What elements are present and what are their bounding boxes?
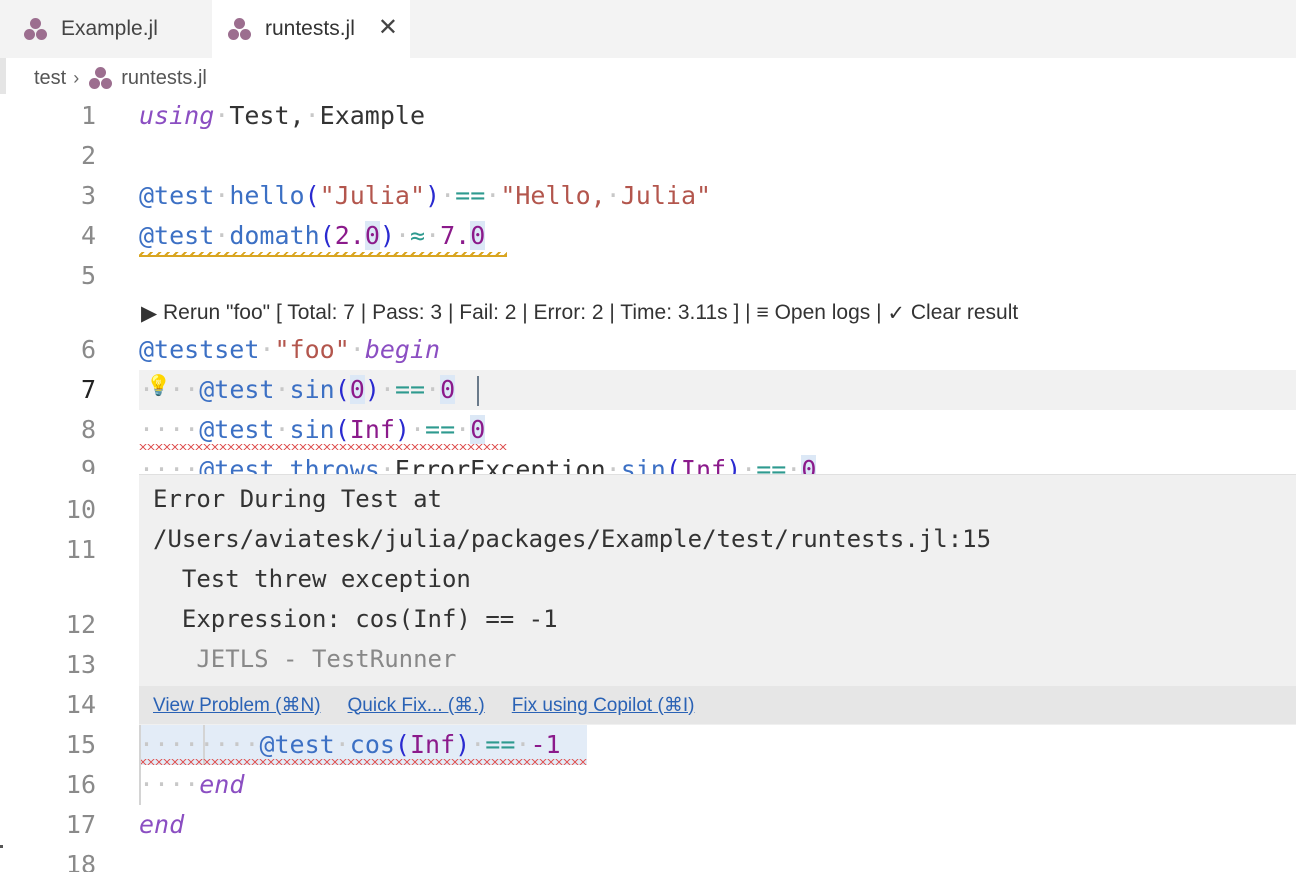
tab-label: Example.jl	[61, 17, 158, 40]
line-number: 18	[65, 850, 96, 872]
line-number: 13	[65, 650, 96, 679]
error-message: Error During Test at/Users/aviatesk/juli…	[153, 479, 991, 679]
quick-fix-link[interactable]: Quick Fix... (⌘.)	[348, 694, 485, 717]
line-number: 10	[65, 495, 96, 524]
code-line: 4 @test·domath(2.0)·≈·7.0	[0, 216, 1296, 256]
error-message-line: /Users/aviatesk/julia/packages/Example/t…	[153, 525, 992, 553]
lightbulb-icon[interactable]: 💡	[146, 373, 171, 398]
code-text[interactable]: @test·domath(2.0)·≈·7.0	[139, 216, 486, 256]
fix-using-copilot-link[interactable]: Fix using Copilot (⌘I)	[512, 694, 695, 717]
list-icon: ≡	[756, 301, 775, 324]
line-number: 9	[80, 455, 96, 474]
tab-runtests-jl[interactable]: runtests.jl ✕	[212, 0, 410, 58]
hover-actions: View Problem (⌘N) Quick Fix... (⌘.) Fix …	[139, 686, 1296, 724]
check-icon: ✓	[887, 301, 911, 325]
code-line: 9 ····@test_throws·ErrorException·sin(In…	[0, 450, 1296, 474]
margin-marker	[0, 845, 3, 848]
text-cursor	[477, 376, 479, 406]
close-icon[interactable]: ✕	[378, 16, 398, 40]
line-number: 3	[80, 181, 96, 210]
julia-file-icon	[87, 66, 113, 90]
code-text[interactable]: ····end	[139, 765, 244, 805]
error-message-line: Test threw exception	[153, 565, 471, 593]
code-text[interactable]: @test·hello("Julia")·==·"Hello,·Julia"	[139, 176, 711, 216]
code-line: 2	[0, 136, 1296, 176]
line-number: 2	[80, 141, 96, 170]
julia-file-icon	[226, 17, 254, 41]
julia-file-icon	[22, 17, 50, 41]
breadcrumb-file[interactable]: runtests.jl	[121, 67, 207, 90]
line-number: 11	[65, 535, 96, 564]
chevron-right-icon: ›	[73, 67, 80, 88]
error-hover-widget: Error During Test at/Users/aviatesk/juli…	[139, 474, 1296, 725]
code-line: 3 @test·hello("Julia")·==·"Hello,·Julia"	[0, 176, 1296, 216]
code-text[interactable]: using·Test,·Example	[139, 96, 425, 136]
error-message-line: Expression: cos(Inf) == -1	[153, 605, 558, 633]
error-source-label: JETLS - TestRunner	[196, 645, 457, 673]
tab-bar: Example.jl runtests.jl ✕	[0, 0, 1296, 58]
line-number: 16	[65, 770, 96, 799]
line-number: 7	[80, 375, 96, 404]
line-number: 12	[65, 610, 96, 639]
line-number: 17	[65, 810, 96, 839]
line-number: 14	[65, 690, 96, 719]
play-icon: ▶	[141, 301, 163, 325]
error-source: JETLS - TestRunner	[153, 639, 991, 679]
rerun-link[interactable]: Rerun "foo"	[163, 301, 270, 325]
tab-label: runtests.jl	[265, 17, 355, 40]
error-message-line: Error During Test at	[153, 485, 442, 513]
code-text[interactable]: ····@test·sin(0)·==·0	[139, 370, 456, 410]
line-number: 1	[80, 101, 96, 130]
code-text[interactable]: end	[139, 805, 184, 845]
line-number: 4	[80, 221, 96, 250]
line-number: 8	[80, 415, 96, 444]
breadcrumb-folder[interactable]: test	[34, 67, 66, 90]
code-line: 1 using·Test,·Example	[0, 96, 1296, 136]
indent-guide	[139, 725, 141, 805]
code-line: 5	[0, 256, 1296, 296]
code-line: 18	[0, 845, 1296, 872]
code-text[interactable]: ····@test_throws·ErrorException·sin(Inf)…	[139, 450, 817, 474]
line-number: 5	[80, 261, 96, 290]
breadcrumb: test › runtests.jl	[0, 58, 1296, 98]
view-problem-link[interactable]: View Problem (⌘N)	[153, 694, 321, 717]
clear-result-link[interactable]: Clear result	[911, 301, 1018, 325]
code-line: 7 ····@test·sin(0)·==·0	[0, 370, 1296, 410]
code-editor[interactable]: 1 using·Test,·Example 2 3 @test·hello("J…	[0, 96, 1296, 872]
test-stats: [ Total: 7 | Pass: 3 | Fail: 2 | Error: …	[270, 301, 757, 324]
open-logs-link[interactable]: Open logs	[775, 301, 871, 325]
test-codelens: ▶ Rerun "foo" [ Total: 7 | Pass: 3 | Fai…	[141, 293, 1018, 333]
line-number: 6	[80, 335, 96, 364]
code-line: 6 @testset·"foo"·begin	[0, 330, 1296, 370]
code-line: 16 ····end	[0, 765, 1296, 805]
code-text[interactable]: @testset·"foo"·begin	[139, 330, 440, 370]
code-line: 17 end	[0, 805, 1296, 845]
tab-example-jl[interactable]: Example.jl	[0, 0, 210, 58]
line-number: 15	[65, 730, 96, 759]
codelens-divider: |	[870, 301, 888, 324]
